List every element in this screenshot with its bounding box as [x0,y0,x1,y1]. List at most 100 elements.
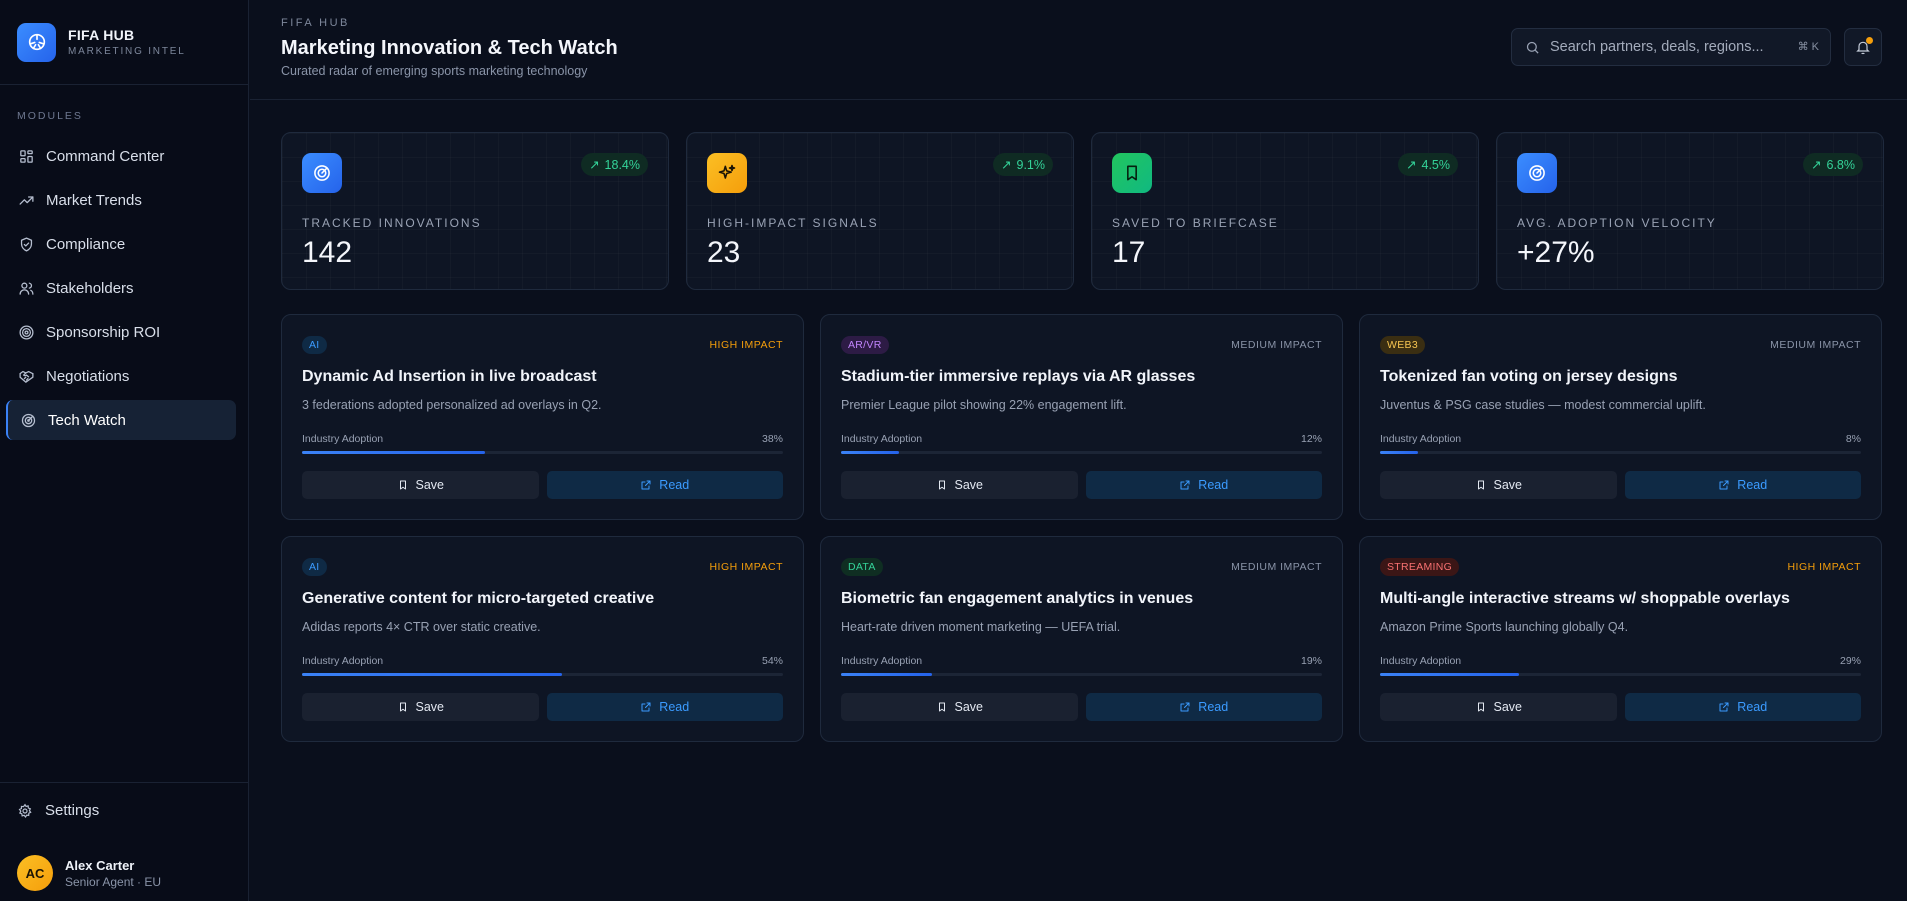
save-button[interactable]: Save [841,693,1078,721]
sidebar-item-stakeholders[interactable]: Stakeholders [6,268,236,308]
sidebar-item-negotiations[interactable]: Negotiations [6,356,236,396]
stat-card: ↗ 18.4% TRACKED INNOVATIONS 142 [281,132,669,290]
notification-dot [1866,37,1873,44]
stat-label: TRACKED INNOVATIONS [302,216,482,230]
stat-label: HIGH-IMPACT SIGNALS [707,216,879,230]
sidebar-item-label: Tech Watch [48,411,126,429]
read-button[interactable]: Read [1085,693,1322,721]
save-button[interactable]: Save [1380,471,1617,499]
sidebar-item-sponsorship-roi[interactable]: Sponsorship ROI [6,312,236,352]
settings-link[interactable]: Settings [17,802,99,819]
stat-value: +27% [1517,236,1595,269]
save-button[interactable]: Save [841,471,1078,499]
adoption-label: Industry Adoption [841,433,923,445]
notifications-button[interactable] [1844,28,1882,66]
external-link-icon [641,480,651,490]
adoption-progress-bar [1380,673,1861,676]
innovation-grid: AI HIGH IMPACT Dynamic Ad Insertion in l… [281,314,1882,742]
radar-icon [302,153,342,193]
settings-label: Settings [45,802,100,819]
stat-label: SAVED TO BRIEFCASE [1112,216,1279,230]
sidebar-item-label: Market Trends [46,191,142,209]
adoption-percent: 8% [1845,433,1861,445]
read-button[interactable]: Read [1624,693,1861,721]
arrow-up-right-icon: ↗ [1811,158,1822,172]
adoption-label: Industry Adoption [1380,655,1462,667]
stat-card: ↗ 6.8% AVG. ADOPTION VELOCITY +27% [1496,132,1884,290]
card-description: Amazon Prime Sports launching globally Q… [1380,620,1629,634]
impact-label: MEDIUM IMPACT [1770,339,1861,351]
radar-icon [17,22,56,62]
read-button[interactable]: Read [546,693,783,721]
read-button[interactable]: Read [546,471,783,499]
handshake-icon [19,370,34,383]
search-input[interactable] [1550,39,1780,55]
stat-value: 142 [302,236,353,269]
innovation-card: AR/VR MEDIUM IMPACT Stadium-tier immersi… [820,314,1343,520]
delta-badge: ↗ 6.8% [1803,153,1863,176]
adoption-percent: 12% [1300,433,1322,445]
brand[interactable]: FIFA HUB MARKETING INTEL [0,0,248,85]
avatar: AC [17,855,53,891]
card-title: Tokenized fan voting on jersey designs [1380,368,1678,385]
card-description: Juventus & PSG case studies — modest com… [1380,398,1706,412]
sidebar-item-tech-watch[interactable]: Tech Watch [6,400,236,440]
adoption-progress-bar [841,673,1322,676]
read-button[interactable]: Read [1624,471,1861,499]
search-icon [1526,41,1539,54]
save-button[interactable]: Save [302,471,539,499]
adoption-percent: 54% [761,655,783,667]
delta-value: 6.8% [1826,157,1856,172]
adoption-progress-fill [1380,673,1520,676]
shield-check-icon [20,236,33,252]
save-button[interactable]: Save [1380,693,1617,721]
external-link-icon [1180,480,1190,490]
search-box[interactable]: ⌘ K [1511,28,1831,66]
external-link-icon [1719,480,1729,490]
sidebar-item-label: Negotiations [46,367,130,385]
brand-subtitle: MARKETING INTEL [68,46,186,57]
sidebar-item-market-trends[interactable]: Market Trends [6,180,236,220]
adoption-progress-bar [841,451,1322,454]
grid-icon [20,149,33,163]
delta-value: 4.5% [1421,157,1451,172]
trending-up-icon [19,195,34,205]
sidebar-item-command-center[interactable]: Command Center [6,136,236,176]
save-button[interactable]: Save [302,693,539,721]
user-profile[interactable]: AC Alex Carter Senior Agent · EU [17,855,161,891]
adoption-progress-bar [302,673,783,676]
adoption-percent: 29% [1839,655,1861,667]
impact-label: HIGH IMPACT [709,339,783,351]
external-link-icon [641,702,651,712]
stat-value: 17 [1112,236,1146,269]
adoption-progress-fill [841,673,933,676]
sidebar-item-label: Stakeholders [46,279,134,297]
adoption-progress-fill [841,451,899,454]
category-tag: AR/VR [841,336,889,354]
sidebar-item-compliance[interactable]: Compliance [6,224,236,264]
sidebar-item-label: Compliance [46,235,126,253]
adoption-label: Industry Adoption [302,433,384,445]
card-title: Biometric fan engagement analytics in ve… [841,590,1194,607]
delta-value: 18.4% [604,157,640,172]
card-description: Adidas reports 4× CTR over static creati… [302,620,541,634]
breadcrumb: FIFA HUB [281,17,350,29]
brand-title: FIFA HUB [68,27,135,43]
stat-card: ↗ 9.1% HIGH-IMPACT SIGNALS 23 [686,132,1074,290]
modules-section-label: MODULES [17,110,83,122]
delta-badge: ↗ 4.5% [1398,153,1458,176]
bookmark-icon [399,702,406,712]
adoption-progress-fill [1380,451,1419,454]
innovation-card: AI HIGH IMPACT Dynamic Ad Insertion in l… [281,314,804,520]
card-title: Generative content for micro-targeted cr… [302,590,655,607]
gear-icon [18,803,32,818]
arrow-up-right-icon: ↗ [589,158,600,172]
innovation-card: WEB3 MEDIUM IMPACT Tokenized fan voting … [1359,314,1882,520]
read-button[interactable]: Read [1085,471,1322,499]
page-header: FIFA HUB Marketing Innovation & Tech Wat… [250,0,1907,100]
adoption-progress-bar [1380,451,1861,454]
adoption-progress-fill [302,673,562,676]
delta-value: 9.1% [1016,157,1046,172]
sidebar-footer: Settings AC Alex Carter Senior Agent · E… [0,782,249,901]
category-tag: AI [302,336,327,354]
